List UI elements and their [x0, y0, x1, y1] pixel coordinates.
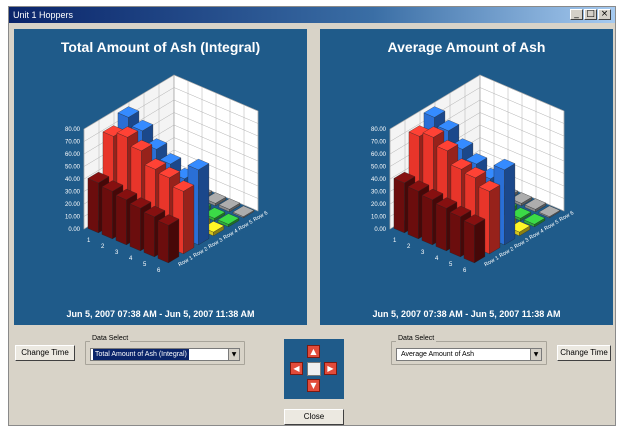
depth-tick-label: Row 6	[253, 210, 270, 223]
bar	[435, 203, 447, 252]
bar	[129, 203, 141, 252]
right-data-select-label: Data Select	[396, 335, 437, 342]
nav-center[interactable]	[307, 362, 321, 376]
left-change-time-button[interactable]: Change Time	[15, 345, 75, 361]
arrow-right-button[interactable]: ▶	[324, 362, 337, 375]
bar	[87, 178, 99, 234]
chevron-down-icon[interactable]: ▼	[228, 349, 239, 360]
y-tick-label: 50.00	[371, 165, 387, 171]
right-chart-time-range: Jun 5, 2007 07:38 AM - Jun 5, 2007 11:38…	[372, 309, 561, 319]
bar	[407, 186, 419, 240]
left-chart-time-range: Jun 5, 2007 07:38 AM - Jun 5, 2007 11:38…	[66, 309, 255, 319]
x-tick-label: 3	[421, 250, 425, 256]
y-tick-label: 40.00	[371, 177, 387, 183]
x-tick-label: 5	[449, 262, 453, 268]
depth-tick-label: Row 1	[178, 255, 195, 268]
right-data-select-dropdown[interactable]: Average Amount of Ash ▼	[396, 348, 542, 361]
x-tick-label: 6	[463, 268, 467, 274]
bar-side	[504, 163, 516, 246]
window-controls: _ □ ×	[570, 9, 611, 20]
x-tick-label: 1	[393, 238, 397, 244]
y-tick-label: 10.00	[371, 215, 387, 221]
left-3d-bar-chart: 0.00 10.00 20.00 30.00 40.00 50.00 60.00 70.00 8…	[65, 74, 270, 274]
bar	[115, 195, 127, 246]
bar	[421, 195, 433, 246]
bar	[449, 212, 461, 258]
bar-side	[168, 218, 180, 264]
bar	[393, 178, 405, 234]
x-tick-label: 3	[115, 250, 119, 256]
left-data-select-group: Data Select Total Amount of Ash (Integra…	[85, 335, 245, 365]
bar	[157, 220, 169, 264]
x-tick-label: 4	[129, 256, 133, 262]
depth-tick-label: Row 5	[238, 219, 255, 232]
bar-side	[474, 218, 486, 264]
right-chart-title: Average Amount of Ash	[387, 39, 546, 55]
y-tick-label: 60.00	[371, 152, 387, 158]
bar	[463, 220, 475, 264]
depth-tick-label: Row 3	[514, 237, 531, 250]
y-tick-label: 50.00	[65, 165, 81, 171]
depth-tick-label: Row 1	[484, 255, 501, 268]
depth-tick-label: Row 2	[193, 246, 210, 259]
bar-side	[183, 184, 195, 255]
y-tick-label: 70.00	[371, 140, 387, 146]
minimize-button[interactable]: _	[570, 9, 583, 20]
close-window-button[interactable]: ×	[598, 9, 611, 20]
left-chart-panel: 0.00 10.00 20.00 30.00 40.00 50.00 60.00 70.00 8…	[14, 29, 307, 325]
right-change-time-button[interactable]: Change Time	[557, 345, 611, 361]
right-3d-bar-chart: 0.00 10.00 20.00 30.00 40.00 50.00 60.00 70.00 8…	[371, 74, 576, 274]
arrow-left-button[interactable]: ◀	[290, 362, 303, 375]
y-tick-label: 10.00	[65, 215, 81, 221]
y-tick-label: 60.00	[65, 152, 81, 158]
left-data-select-label: Data Select	[90, 335, 131, 342]
y-tick-label: 80.00	[65, 127, 81, 133]
right-data-select-group: Data Select Average Amount of Ash ▼	[391, 335, 547, 365]
maximize-button[interactable]: □	[584, 9, 597, 20]
hoppers-window: Unit 1 Hoppers _ □ × 0.00 10.00 20.00 30.00…	[8, 6, 616, 426]
bar	[101, 186, 113, 240]
right-chart-panel: 0.00 10.00 20.00 30.00 40.00 50.00 60.00 70.00 8…	[320, 29, 613, 325]
y-tick-label: 80.00	[371, 127, 387, 133]
bar	[143, 212, 155, 258]
arrow-down-button[interactable]: ▼	[307, 379, 320, 392]
y-tick-label: 40.00	[65, 177, 81, 183]
y-tick-label: 0.00	[68, 227, 80, 233]
x-tick-label: 2	[407, 244, 411, 250]
y-tick-label: 30.00	[65, 190, 81, 196]
x-tick-label: 5	[143, 262, 147, 268]
chevron-down-icon[interactable]: ▼	[530, 349, 541, 360]
y-tick-label: 0.00	[374, 227, 386, 233]
depth-tick-label: Row 4	[529, 228, 546, 241]
y-tick-label: 30.00	[371, 190, 387, 196]
x-tick-label: 1	[87, 238, 91, 244]
depth-tick-label: Row 3	[208, 237, 225, 250]
window-title: Unit 1 Hoppers	[13, 10, 74, 20]
right-data-select-value: Average Amount of Ash	[401, 351, 475, 358]
x-tick-label: 4	[435, 256, 439, 262]
left-chart-title: Total Amount of Ash (Integral)	[60, 39, 261, 55]
left-data-select-dropdown[interactable]: Total Amount of Ash (Integral) ▼	[90, 348, 240, 361]
close-button[interactable]: Close	[284, 409, 344, 425]
depth-tick-label: Row 2	[499, 246, 516, 259]
x-tick-label: 6	[157, 268, 161, 274]
navigation-pad: ▲ ◀ ▶ ▼	[284, 339, 344, 399]
y-tick-label: 20.00	[371, 202, 387, 208]
depth-tick-label: Row 6	[559, 210, 576, 223]
y-tick-label: 70.00	[65, 140, 81, 146]
y-tick-label: 20.00	[65, 202, 81, 208]
left-data-select-value: Total Amount of Ash (Integral)	[93, 349, 189, 360]
depth-tick-label: Row 4	[223, 228, 240, 241]
bar-side	[198, 163, 210, 246]
depth-tick-label: Row 5	[544, 219, 561, 232]
x-tick-label: 2	[101, 244, 105, 250]
arrow-up-button[interactable]: ▲	[307, 345, 320, 358]
window-titlebar[interactable]: Unit 1 Hoppers _ □ ×	[9, 7, 615, 23]
bar-side	[489, 184, 501, 255]
